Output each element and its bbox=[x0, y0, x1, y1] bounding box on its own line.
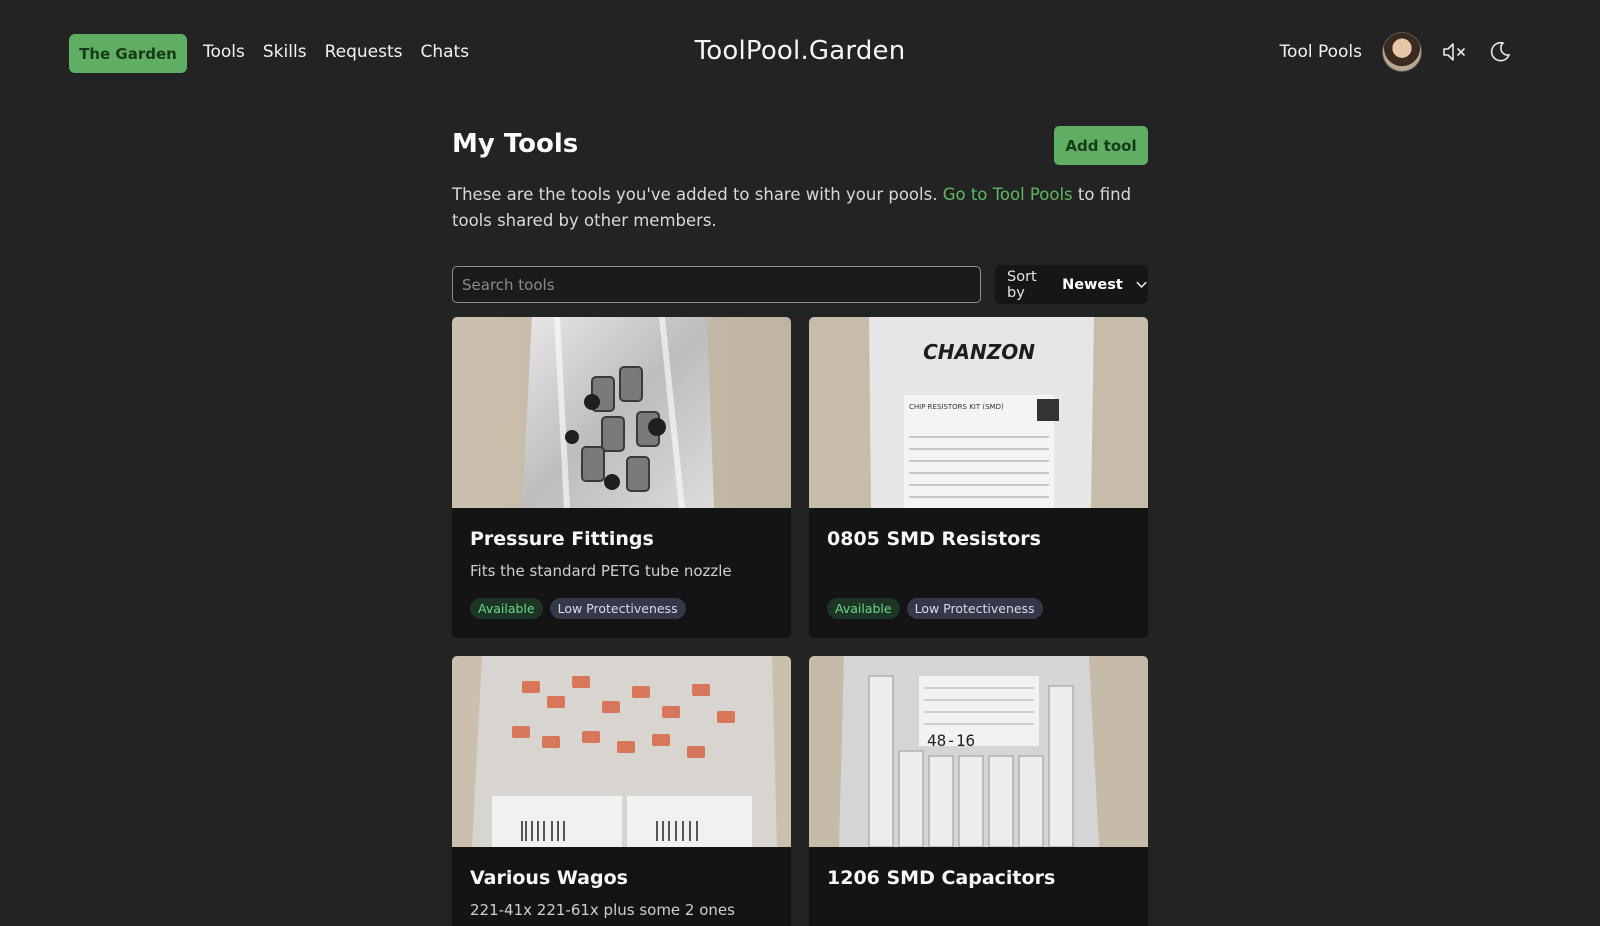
tool-name: Various Wagos bbox=[470, 867, 628, 889]
tool-image: 48-16 bbox=[809, 656, 1148, 847]
top-navigation: The Garden Tools Skills Requests Chats T… bbox=[0, 0, 1600, 108]
tool-card[interactable]: CHANZON CHIP RESISTORS KIT (SMD) 0805 SM… bbox=[809, 317, 1148, 638]
page-title: My Tools bbox=[452, 129, 579, 159]
tool-card-body: 1206 SMD Capacitors bbox=[809, 847, 1148, 926]
sort-value: Newest bbox=[1062, 276, 1123, 293]
tool-card[interactable]: Pressure Fittings Fits the standard PETG… bbox=[452, 317, 791, 638]
tool-image bbox=[452, 656, 791, 847]
tool-description: 221-41x 221-61x plus some 2 ones bbox=[470, 901, 735, 919]
tool-card-body: 0805 SMD Resistors Available Low Protect… bbox=[809, 508, 1148, 638]
sort-dropdown[interactable]: Sort by Newest bbox=[995, 265, 1148, 304]
tool-description bbox=[827, 901, 1130, 919]
tool-card[interactable]: Various Wagos 221-41x 221-61x plus some … bbox=[452, 656, 791, 926]
package-label: 48-16 bbox=[927, 731, 975, 750]
search-input[interactable] bbox=[452, 266, 981, 303]
volume-muted-icon[interactable] bbox=[1440, 38, 1468, 66]
intro-text: These are the tools you've added to shar… bbox=[452, 182, 1148, 234]
sort-prefix: Sort by bbox=[1007, 268, 1037, 301]
tool-card[interactable]: 48-16 1206 SMD Capacitors bbox=[809, 656, 1148, 926]
protectiveness-badge: Low Protectiveness bbox=[549, 598, 686, 619]
avatar[interactable] bbox=[1382, 32, 1422, 72]
tool-card-body: Various Wagos 221-41x 221-61x plus some … bbox=[452, 847, 791, 926]
user-nav: Tool Pools bbox=[1280, 32, 1514, 72]
tool-image bbox=[452, 317, 791, 508]
tool-tags: Available Low Protectiveness bbox=[470, 598, 773, 619]
go-to-tool-pools-link[interactable]: Go to Tool Pools bbox=[943, 185, 1073, 204]
tool-card-body: Pressure Fittings Fits the standard PETG… bbox=[452, 508, 791, 638]
moon-icon[interactable] bbox=[1486, 38, 1514, 66]
tool-tags: Available Low Protectiveness bbox=[827, 598, 1130, 619]
intro-before: These are the tools you've added to shar… bbox=[452, 185, 938, 204]
tool-description bbox=[827, 562, 1130, 580]
tool-name: 1206 SMD Capacitors bbox=[827, 867, 1056, 889]
availability-badge: Available bbox=[470, 598, 543, 619]
protectiveness-badge: Low Protectiveness bbox=[906, 598, 1043, 619]
tool-pools-link[interactable]: Tool Pools bbox=[1280, 42, 1362, 62]
page-header: My Tools Add tool bbox=[452, 124, 1148, 168]
availability-badge: Available bbox=[827, 598, 900, 619]
package-brand: CHANZON bbox=[923, 340, 1035, 364]
tool-name: Pressure Fittings bbox=[470, 528, 654, 550]
chevron-down-icon bbox=[1136, 281, 1147, 288]
tool-description: Fits the standard PETG tube nozzle bbox=[470, 562, 732, 580]
tool-image: CHANZON CHIP RESISTORS KIT (SMD) bbox=[809, 317, 1148, 508]
package-label: CHIP RESISTORS KIT (SMD) bbox=[909, 403, 1004, 411]
add-tool-button[interactable]: Add tool bbox=[1054, 126, 1148, 165]
tool-name: 0805 SMD Resistors bbox=[827, 528, 1041, 550]
filter-controls: Sort by Newest bbox=[452, 264, 1148, 304]
main-content: My Tools Add tool These are the tools yo… bbox=[452, 124, 1148, 926]
